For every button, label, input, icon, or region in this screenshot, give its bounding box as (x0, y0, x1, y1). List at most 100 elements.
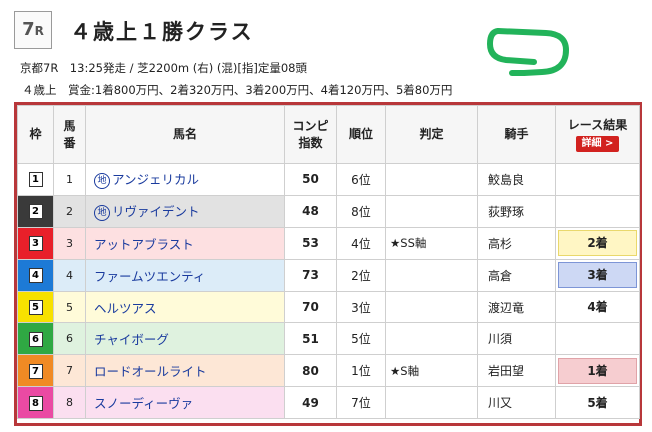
result-cell: 4着 (555, 290, 640, 324)
horse-name[interactable]: アットアブラスト (94, 237, 194, 252)
result-badge (558, 198, 637, 224)
jockey-cell: 岩田望 (477, 354, 556, 388)
header-horse-name: 馬名 (85, 105, 285, 164)
result-cell (555, 163, 640, 196)
horse-name-cell[interactable]: チャイボーグ (85, 322, 285, 356)
horse-name-cell[interactable]: ロードオールライト (85, 354, 285, 388)
waku-number: 4 (28, 268, 43, 284)
course-shape-icon (486, 28, 570, 76)
horse-name-cell[interactable]: ヘルツアス (85, 290, 285, 324)
compi-points: 70 (284, 290, 337, 324)
compi-points: 73 (284, 258, 337, 292)
jockey-cell: 高杉 (477, 226, 556, 260)
result-badge: 2着 (558, 230, 637, 257)
compi-rank: 4位 (336, 226, 386, 260)
umaban-cell: 7 (53, 354, 86, 388)
table-header-row: 枠 馬番 馬名 コンピ指数 順位 判定 騎手 レース結果 詳細 > (17, 105, 640, 164)
waku-cell: 2 (17, 194, 54, 228)
result-badge: 1着 (558, 357, 637, 384)
table-row: 4 4 ファームツエンティ 73 2位 高倉 3着 (17, 258, 640, 292)
compi-points: 50 (284, 163, 337, 196)
waku-cell: 6 (17, 322, 54, 356)
judge-cell (385, 386, 478, 420)
jockey-cell: 荻野琢 (477, 194, 556, 228)
result-badge: 5着 (587, 395, 608, 410)
horse-name[interactable]: ヘルツアス (94, 301, 157, 316)
waku-cell: 1 (17, 163, 54, 196)
horse-name-cell[interactable]: 地リヴァイデント (85, 194, 285, 228)
umaban-cell: 4 (53, 258, 86, 292)
result-detail-button[interactable]: 詳細 > (575, 135, 620, 152)
header-umaban: 馬番 (53, 105, 86, 164)
header-result-label: レース結果 (567, 118, 628, 133)
judge-cell (385, 194, 478, 228)
table-row: 7 7 ロードオールライト 80 1位 ★S軸 岩田望 1着 (17, 354, 640, 388)
result-cell: 1着 (555, 354, 640, 388)
compi-rank: 3位 (336, 290, 386, 324)
judge-cell (385, 163, 478, 196)
table-row: 5 5 ヘルツアス 70 3位 渡辺竜 4着 (17, 290, 640, 324)
race-number: 7 (22, 19, 35, 40)
compi-rank: 2位 (336, 258, 386, 292)
result-cell: 3着 (555, 258, 640, 292)
waku-cell: 4 (17, 258, 54, 292)
compi-points: 49 (284, 386, 337, 420)
waku-cell: 3 (17, 226, 54, 260)
horse-name-cell[interactable]: ファームツエンティ (85, 258, 285, 292)
compi-points: 51 (284, 322, 337, 356)
race-info-line-2: ４歳上 賞金:1着800万円、2着320万円、3着200万円、4着120万円、5… (22, 83, 453, 97)
horse-name[interactable]: リヴァイデント (112, 204, 200, 219)
umaban-cell: 1 (53, 163, 86, 196)
result-badge: 4着 (587, 300, 608, 314)
jockey-cell: 川須 (477, 322, 556, 356)
horse-name[interactable]: チャイボーグ (94, 332, 169, 347)
waku-number: 3 (28, 236, 43, 252)
judge-cell (385, 290, 478, 324)
race-number-suffix: R (34, 24, 44, 38)
race-number-box: 7 R (14, 11, 52, 49)
local-horse-badge-icon: 地 (94, 205, 110, 222)
header-jockey: 騎手 (477, 105, 556, 164)
jockey-cell: 鮫島良 (477, 163, 556, 196)
header-rank: 順位 (336, 105, 386, 164)
table-row: 3 3 アットアブラスト 53 4位 ★SS軸 高杉 2着 (17, 226, 640, 260)
waku-number: 8 (28, 395, 43, 411)
waku-number: 1 (28, 172, 43, 188)
header-waku: 枠 (17, 105, 54, 164)
compi-points: 53 (284, 226, 337, 260)
compi-rank: 6位 (336, 163, 386, 196)
umaban-cell: 3 (53, 226, 86, 260)
horse-name-cell[interactable]: スノーディーヴァ (85, 386, 285, 420)
table-row: 8 8 スノーディーヴァ 49 7位 川又 5着 (17, 386, 640, 420)
waku-number: 7 (28, 363, 43, 379)
result-badge (558, 166, 637, 192)
table-row: 2 2 地リヴァイデント 48 8位 荻野琢 (17, 194, 640, 228)
horse-name-cell[interactable]: アットアブラスト (85, 226, 285, 260)
waku-number: 2 (28, 204, 43, 220)
judge-cell: ★SS軸 (385, 226, 478, 260)
header-compi: コンピ指数 (284, 105, 337, 164)
waku-number: 6 (28, 331, 43, 347)
horse-name[interactable]: ファームツエンティ (94, 269, 205, 284)
header-judge: 判定 (385, 105, 478, 164)
jockey-cell: 川又 (477, 386, 556, 420)
local-horse-badge-icon: 地 (94, 173, 110, 190)
table-row: 1 1 地アンジェリカル 50 6位 鮫島良 (17, 163, 640, 196)
compi-rank: 8位 (336, 194, 386, 228)
compi-points: 80 (284, 354, 337, 388)
waku-cell: 8 (17, 386, 54, 420)
waku-cell: 5 (17, 290, 54, 324)
judge-cell: ★S軸 (385, 354, 478, 388)
compi-rank: 7位 (336, 386, 386, 420)
horse-name[interactable]: アンジェリカル (112, 172, 199, 187)
result-cell (555, 194, 640, 228)
jockey-cell: 高倉 (477, 258, 556, 292)
entries-table-frame: 枠 馬番 馬名 コンピ指数 順位 判定 騎手 レース結果 詳細 > 1 1 地アンジ… (14, 102, 642, 426)
horse-name[interactable]: ロードオールライト (94, 364, 207, 379)
horse-name-cell[interactable]: 地アンジェリカル (85, 163, 285, 196)
compi-rank: 1位 (336, 354, 386, 388)
horse-name[interactable]: スノーディーヴァ (94, 396, 193, 411)
result-cell: 5着 (555, 386, 640, 420)
result-cell: 2着 (555, 226, 640, 260)
umaban-cell: 8 (53, 386, 86, 420)
